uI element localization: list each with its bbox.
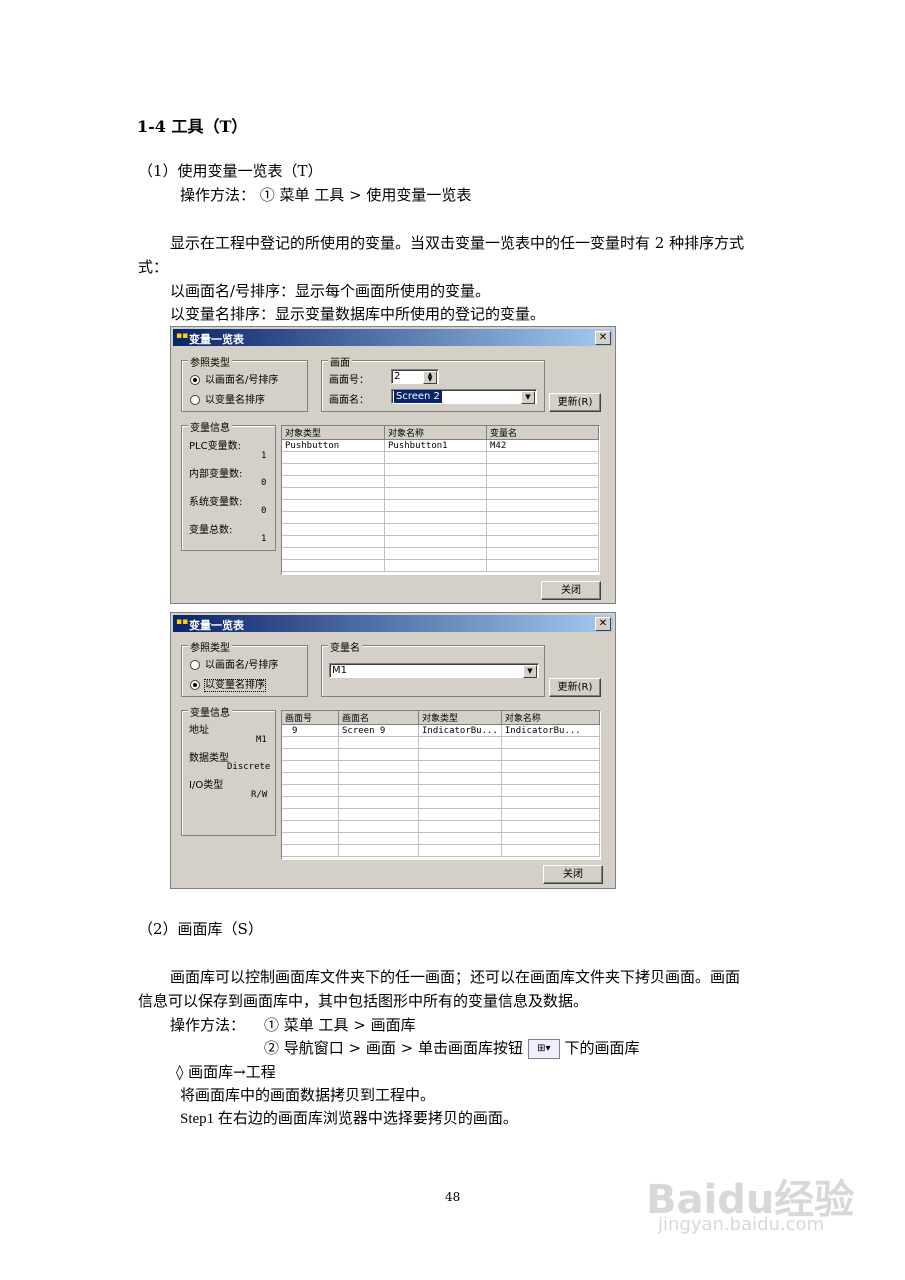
- plc-count-value: 1: [261, 451, 267, 461]
- paragraph: 显示在工程中登记的所使用的变量。当双击变量一览表中的任一变量时有 2 种排序方式: [170, 234, 745, 252]
- column-header[interactable]: 变量名: [486, 426, 599, 440]
- paragraph: 以画面名/号排序：显示每个画面所使用的变量。: [170, 282, 491, 300]
- column-header[interactable]: 画面号: [282, 711, 339, 725]
- data-type-value: Discrete: [227, 762, 271, 772]
- variable-name-dropdown[interactable]: M1 ▼: [329, 663, 539, 678]
- total-count-label: 变量总数:: [189, 525, 233, 536]
- dialog-title: 变量一览表: [189, 333, 244, 346]
- column-header[interactable]: 对象类型: [282, 426, 385, 440]
- method-label: 操作方法：: [170, 1016, 246, 1034]
- variable-table[interactable]: 画面号 画面名 对象类型 对象名称 9 Screen 9 IndicatorBu..…: [281, 710, 601, 860]
- radio-sort-by-screen[interactable]: 以画面名/号排序: [190, 656, 278, 671]
- chevron-down-icon: ▼: [521, 391, 535, 404]
- close-button[interactable]: 关闭: [543, 865, 603, 884]
- column-header[interactable]: 对象名称: [501, 711, 600, 725]
- screen-number-label: 画面号：: [329, 375, 369, 386]
- method-text: ① 菜单 工具 > 画面库: [264, 1016, 416, 1034]
- bullet-item: ◊ 画面库→工程: [176, 1063, 276, 1081]
- system-count-label: 系统变量数:: [189, 497, 243, 508]
- watermark-url: jingyan.baidu.com: [658, 1214, 825, 1235]
- chevron-down-icon: ▼: [523, 665, 537, 678]
- radio-sort-by-screen[interactable]: 以画面名/号排序: [190, 371, 278, 386]
- dialog-titlebar: ▪▪ 变量一览表 ✕: [173, 615, 613, 632]
- paragraph: 以变量名排序：显示变量数据库中所使用的登记的变量。: [170, 305, 546, 323]
- method-text: 操作方法： ① 菜单 工具 > 使用变量一览表: [180, 186, 472, 204]
- radio-sort-by-variable[interactable]: 以变量名排序: [190, 391, 265, 406]
- step-text: Step1 在右边的画面库浏览器中选择要拷贝的画面。: [180, 1111, 518, 1127]
- radio-sort-by-variable[interactable]: 以变量名排序: [190, 676, 266, 692]
- app-icon: ▪▪: [176, 331, 189, 341]
- column-header[interactable]: 对象类型: [418, 711, 502, 725]
- dialog-titlebar: ▪▪ 变量一览表 ✕: [173, 329, 613, 346]
- close-icon[interactable]: ✕: [595, 617, 611, 631]
- close-icon[interactable]: ✕: [595, 331, 611, 345]
- subsection-title: （1）使用变量一览表（T）: [138, 162, 323, 180]
- variable-list-dialog-variable-sort: ▪▪ 变量一览表 ✕ 参照类型 以画面名/号排序 以变量名排序 变量名 M1 ▼ …: [170, 612, 616, 889]
- data-type-label: 数据类型: [189, 753, 229, 764]
- page-number: 48: [445, 1190, 461, 1204]
- screen-number-spinner[interactable]: 2 ▲ ▼: [391, 369, 439, 384]
- paragraph: 信息可以保存到画面库中，其中包括图形中所有的变量信息及数据。: [138, 992, 589, 1010]
- io-type-value: R/W: [251, 790, 268, 800]
- method-text: ② 导航窗口 > 画面 > 单击画面库按钮 ⊞▾ 下的画面库: [264, 1039, 640, 1059]
- variable-table[interactable]: 对象类型 对象名称 变量名 Pushbutton Pushbutton1 M42: [281, 425, 600, 575]
- total-count-value: 1: [261, 534, 267, 544]
- dialog-title: 变量一览表: [189, 619, 244, 632]
- paragraph: 画面库可以控制画面库文件夹下的任一画面；还可以在画面库文件夹下拷贝画面。画面: [170, 968, 741, 986]
- plc-count-label: PLC变量数:: [189, 441, 241, 452]
- paragraph: 将画面库中的画面数据拷贝到工程中。: [180, 1086, 436, 1104]
- section-heading: 1-4 工具（T）: [137, 117, 248, 136]
- column-header[interactable]: 对象名称: [384, 426, 487, 440]
- screen-library-icon: ⊞▾: [527, 1039, 560, 1059]
- io-type-label: I/O类型: [189, 780, 224, 791]
- update-button[interactable]: 更新(R): [549, 393, 601, 412]
- update-button[interactable]: 更新(R): [549, 678, 601, 697]
- screen-name-dropdown[interactable]: Screen 2 ▼: [391, 389, 537, 404]
- table-row[interactable]: Pushbutton Pushbutton1 M42: [282, 439, 599, 452]
- screen-name-label: 画面名：: [329, 395, 369, 406]
- table-row[interactable]: 9 Screen 9 IndicatorBu... IndicatorBu...: [282, 724, 600, 737]
- address-value: M1: [256, 735, 267, 745]
- app-icon: ▪▪: [176, 617, 189, 627]
- address-label: 地址: [189, 725, 209, 736]
- system-count-value: 0: [261, 506, 267, 516]
- variable-list-dialog-screen-sort: ▪▪ 变量一览表 ✕ 参照类型 以画面名/号排序 以变量名排序 画面 画面号： …: [170, 326, 616, 604]
- subsection-title: （2）画面库（S）: [138, 920, 263, 938]
- internal-count-value: 0: [261, 478, 267, 488]
- column-header[interactable]: 画面名: [338, 711, 419, 725]
- paragraph: 式：: [138, 258, 169, 276]
- internal-count-label: 内部变量数:: [189, 469, 243, 480]
- close-button[interactable]: 关闭: [541, 581, 601, 600]
